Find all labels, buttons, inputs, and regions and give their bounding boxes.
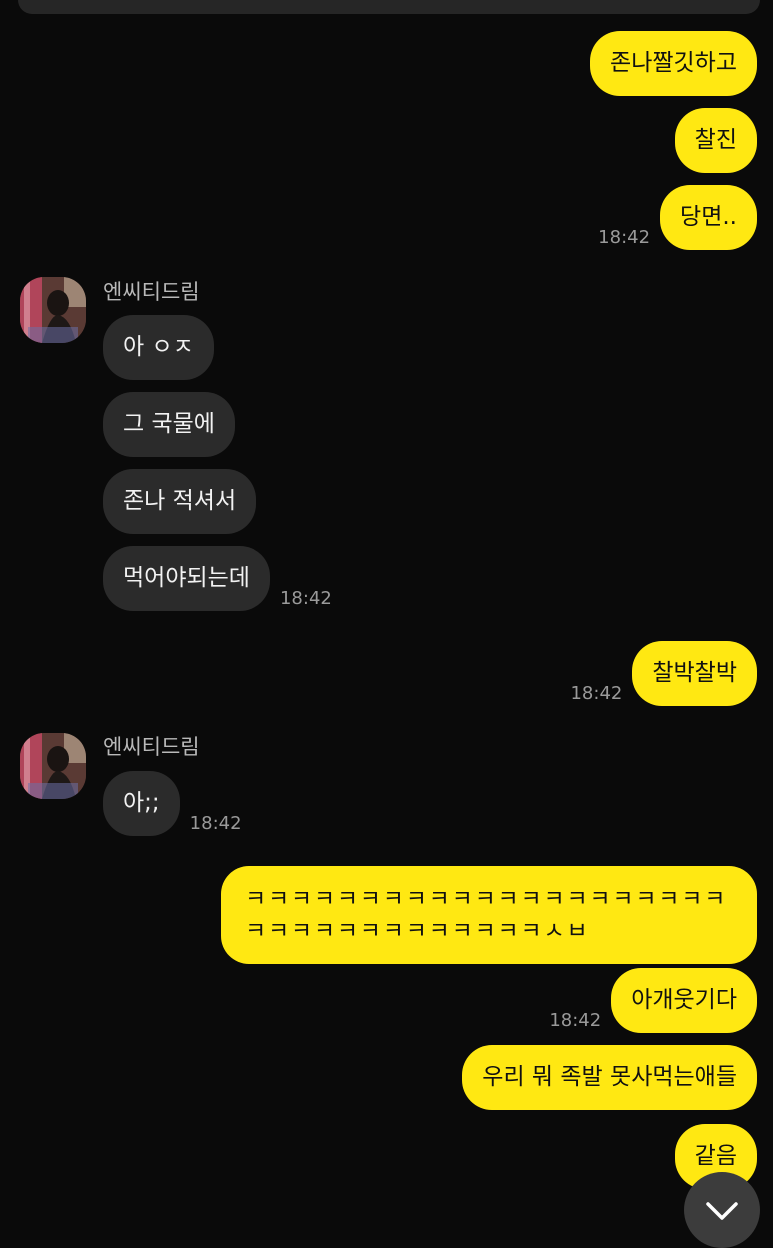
incoming-message-bubble[interactable]: 아 ㅇㅈ (103, 315, 214, 380)
outgoing-message-row: 18:42 당면.. (598, 185, 757, 250)
sender-name: 엔씨티드림 (103, 280, 200, 304)
avatar-photo-icon (20, 733, 86, 799)
message-timestamp: 18:42 (189, 813, 242, 834)
incoming-message-bubble[interactable]: 존나 적셔서 (103, 469, 257, 534)
outgoing-message-row: 18:42 아개웃기다 (549, 968, 757, 1033)
incoming-message-bubble[interactable]: 그 국물에 (103, 392, 235, 457)
avatar-photo-icon (20, 277, 86, 343)
incoming-message-row: 아 ㅇㅈ (103, 315, 214, 380)
outgoing-message-bubble[interactable]: 존나짤깃하고 (590, 31, 757, 96)
sender-name: 엔씨티드림 (103, 735, 200, 759)
message-timestamp: 18:42 (279, 588, 332, 609)
top-bar-edge (18, 0, 760, 14)
scroll-to-bottom-button[interactable] (684, 1172, 760, 1248)
outgoing-message-row: 18:42 찰박찰박 (570, 641, 757, 706)
incoming-message-bubble[interactable]: 먹어야되는데 (103, 546, 270, 611)
message-timestamp: 18:42 (549, 1010, 602, 1031)
outgoing-message-row: 존나짤깃하고 (590, 31, 757, 96)
message-timestamp: 18:42 (570, 683, 623, 704)
friend-avatar[interactable] (20, 733, 86, 799)
incoming-message-row: 존나 적셔서 (103, 469, 257, 534)
incoming-message-row: 그 국물에 (103, 392, 235, 457)
incoming-message-bubble[interactable]: 아;; (103, 771, 180, 836)
outgoing-message-bubble[interactable]: ㅋㅋㅋㅋㅋㅋㅋㅋㅋㅋㅋㅋㅋㅋㅋㅋㅋㅋㅋㅋㅋㅋㅋㅋㅋㅋㅋㅋㅋㅋㅋㅋㅋㅋㅅㅂ (221, 866, 757, 964)
friend-avatar[interactable] (20, 277, 86, 343)
message-timestamp: 18:42 (598, 227, 651, 248)
incoming-message-row: 먹어야되는데 18:42 (103, 546, 332, 611)
outgoing-message-bubble[interactable]: 아개웃기다 (611, 968, 757, 1033)
outgoing-message-row: 우리 뭐 족발 못사먹는애들 (462, 1045, 757, 1110)
outgoing-message-row: ㅋㅋㅋㅋㅋㅋㅋㅋㅋㅋㅋㅋㅋㅋㅋㅋㅋㅋㅋㅋㅋㅋㅋㅋㅋㅋㅋㅋㅋㅋㅋㅋㅋㅋㅅㅂ (221, 866, 757, 964)
outgoing-message-bubble[interactable]: 우리 뭐 족발 못사먹는애들 (462, 1045, 757, 1110)
chevron-down-icon (706, 1202, 738, 1220)
outgoing-message-bubble[interactable]: 찰박찰박 (632, 641, 757, 706)
outgoing-message-bubble[interactable]: 당면.. (660, 185, 757, 250)
outgoing-message-row: 찰진 (674, 108, 757, 173)
outgoing-message-bubble[interactable]: 찰진 (674, 108, 757, 173)
incoming-message-row: 아;; 18:42 (103, 771, 242, 836)
